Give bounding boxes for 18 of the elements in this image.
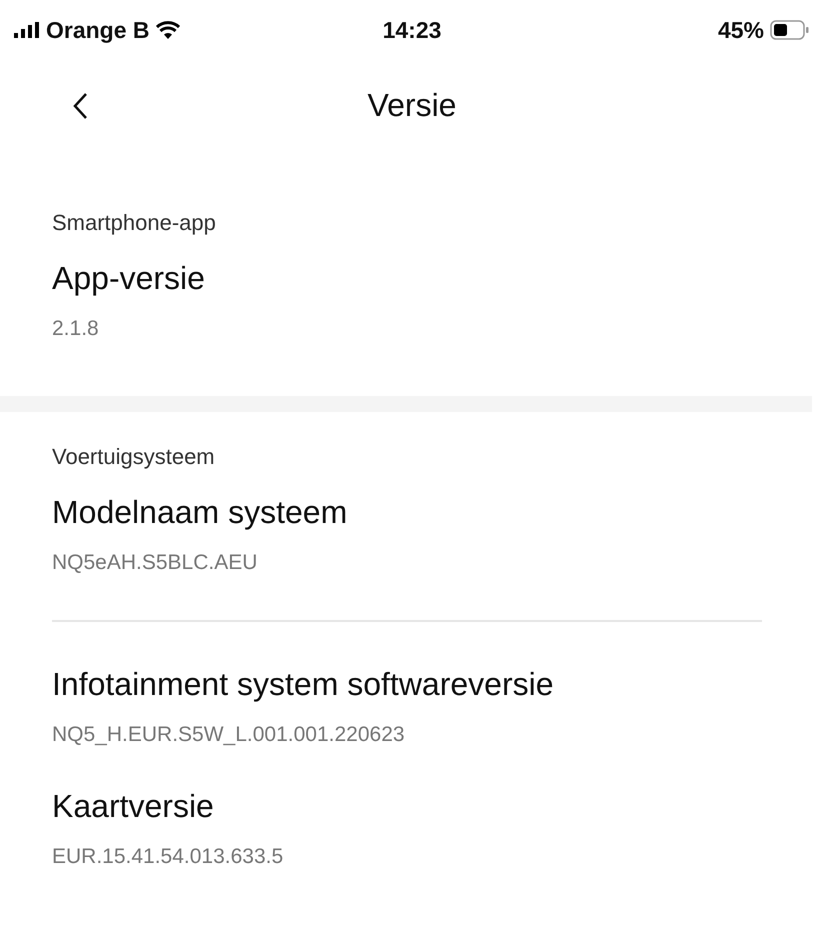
setting-value: 2.1.8 <box>52 316 100 342</box>
setting-value: NQ5_H.EUR.S5W_L.001.001.220623 <box>52 722 406 748</box>
battery-percent: 45% <box>718 16 764 44</box>
setting-title: App-versie <box>52 259 206 298</box>
setting-value: NQ5eAH.S5BLC.AEU <box>52 550 258 576</box>
setting-title: Infotainment system softwareversie <box>52 665 555 704</box>
setting-title: Modelnaam systeem <box>52 493 348 532</box>
back-icon <box>72 92 88 120</box>
page-title: Versie <box>368 86 456 124</box>
battery-icon <box>770 20 810 40</box>
clock-time: 14:23 <box>382 16 442 42</box>
setting-title: Kaartversie <box>52 787 215 826</box>
setting-value: EUR.15.41.54.013.633.5 <box>52 844 284 870</box>
section-heading: Smartphone-app <box>52 209 217 237</box>
wifi-icon <box>156 21 180 39</box>
section-heading: Voertuigsysteem <box>52 443 216 471</box>
signal-icon <box>14 22 40 38</box>
carrier-name: Orange B <box>46 16 150 44</box>
